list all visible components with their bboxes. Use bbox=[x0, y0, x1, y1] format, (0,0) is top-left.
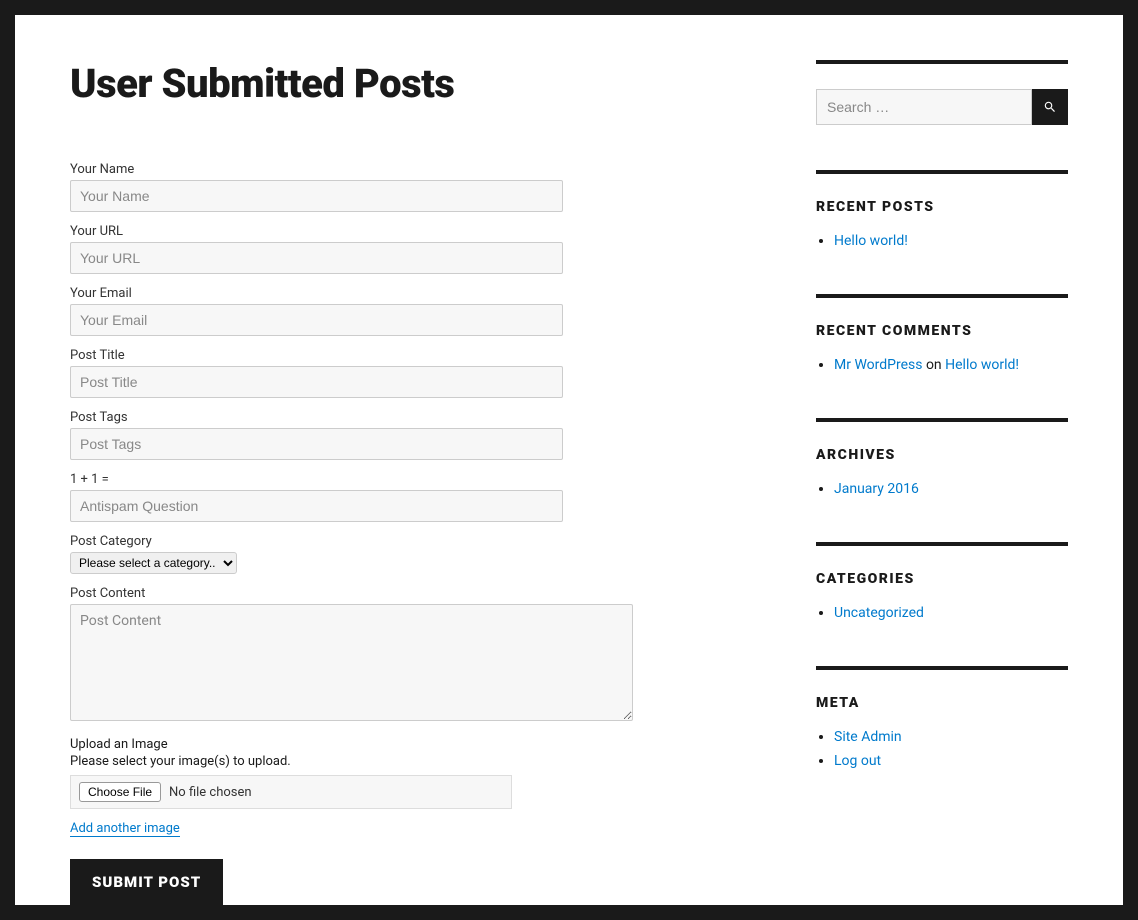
search-icon bbox=[1043, 100, 1057, 114]
list-item: Site Admin bbox=[834, 729, 1068, 745]
field-your-url: Your URL bbox=[70, 224, 756, 274]
list-item: January 2016 bbox=[834, 481, 1068, 497]
label-your-url: Your URL bbox=[70, 224, 756, 239]
widget-recent-comments: RECENT COMMENTS Mr WordPress on Hello wo… bbox=[816, 294, 1068, 373]
field-content: Post Content bbox=[70, 586, 756, 725]
recent-post-link[interactable]: Hello world! bbox=[834, 233, 908, 249]
search-wrapper bbox=[816, 60, 1068, 125]
choose-file-button[interactable]: Choose File bbox=[79, 782, 161, 802]
meta-link-site-admin[interactable]: Site Admin bbox=[834, 729, 902, 745]
list-item: Hello world! bbox=[834, 233, 1068, 249]
page-wrapper: User Submitted Posts Your Name Your URL … bbox=[15, 15, 1123, 905]
widget-title-recent-posts: RECENT POSTS bbox=[816, 199, 1068, 215]
list-item: Mr WordPress on Hello world! bbox=[834, 357, 1068, 373]
comment-on-text: on bbox=[922, 357, 945, 373]
widget-title-recent-comments: RECENT COMMENTS bbox=[816, 323, 1068, 339]
category-link[interactable]: Uncategorized bbox=[834, 605, 924, 621]
field-category: Post Category Please select a category.. bbox=[70, 534, 756, 574]
widget-archives: ARCHIVES January 2016 bbox=[816, 418, 1068, 497]
field-antispam: 1 + 1 = bbox=[70, 472, 756, 522]
submit-post-button[interactable]: SUBMIT POST bbox=[70, 859, 223, 905]
upload-hint: Please select your image(s) to upload. bbox=[70, 754, 756, 769]
list-item: Uncategorized bbox=[834, 605, 1068, 621]
select-category[interactable]: Please select a category.. bbox=[70, 552, 237, 574]
widget-title-categories: CATEGORIES bbox=[816, 571, 1068, 587]
label-antispam: 1 + 1 = bbox=[70, 472, 756, 487]
label-your-name: Your Name bbox=[70, 162, 756, 177]
widget-search bbox=[816, 60, 1068, 125]
search-button[interactable] bbox=[1032, 89, 1068, 125]
field-your-name: Your Name bbox=[70, 162, 756, 212]
input-post-title[interactable] bbox=[70, 366, 563, 398]
widget-title-meta: META bbox=[816, 695, 1068, 711]
label-upload: Upload an Image bbox=[70, 737, 756, 752]
input-your-email[interactable] bbox=[70, 304, 563, 336]
input-antispam[interactable] bbox=[70, 490, 563, 522]
widget-meta: META Site Admin Log out bbox=[816, 666, 1068, 769]
field-post-tags: Post Tags bbox=[70, 410, 756, 460]
comment-author-link[interactable]: Mr WordPress bbox=[834, 357, 922, 373]
main-content: User Submitted Posts Your Name Your URL … bbox=[70, 60, 756, 905]
input-your-name[interactable] bbox=[70, 180, 563, 212]
label-post-tags: Post Tags bbox=[70, 410, 756, 425]
textarea-content[interactable] bbox=[70, 604, 633, 721]
file-input-wrapper[interactable]: Choose File No file chosen bbox=[70, 775, 512, 809]
widget-recent-posts: RECENT POSTS Hello world! bbox=[816, 170, 1068, 249]
label-your-email: Your Email bbox=[70, 286, 756, 301]
sidebar: RECENT POSTS Hello world! RECENT COMMENT… bbox=[816, 60, 1068, 905]
page-title: User Submitted Posts bbox=[70, 60, 756, 107]
comment-post-link[interactable]: Hello world! bbox=[945, 357, 1019, 373]
label-content: Post Content bbox=[70, 586, 756, 601]
label-post-title: Post Title bbox=[70, 348, 756, 363]
field-your-email: Your Email bbox=[70, 286, 756, 336]
file-status: No file chosen bbox=[169, 785, 252, 800]
list-item: Log out bbox=[834, 753, 1068, 769]
field-post-title: Post Title bbox=[70, 348, 756, 398]
input-your-url[interactable] bbox=[70, 242, 563, 274]
archive-link[interactable]: January 2016 bbox=[834, 481, 919, 497]
widget-categories: CATEGORIES Uncategorized bbox=[816, 542, 1068, 621]
input-post-tags[interactable] bbox=[70, 428, 563, 460]
label-category: Post Category bbox=[70, 534, 756, 549]
search-input[interactable] bbox=[816, 89, 1032, 125]
widget-title-archives: ARCHIVES bbox=[816, 447, 1068, 463]
upload-section: Upload an Image Please select your image… bbox=[70, 737, 756, 837]
meta-link-log-out[interactable]: Log out bbox=[834, 753, 881, 769]
add-another-image-link[interactable]: Add another image bbox=[70, 821, 180, 837]
